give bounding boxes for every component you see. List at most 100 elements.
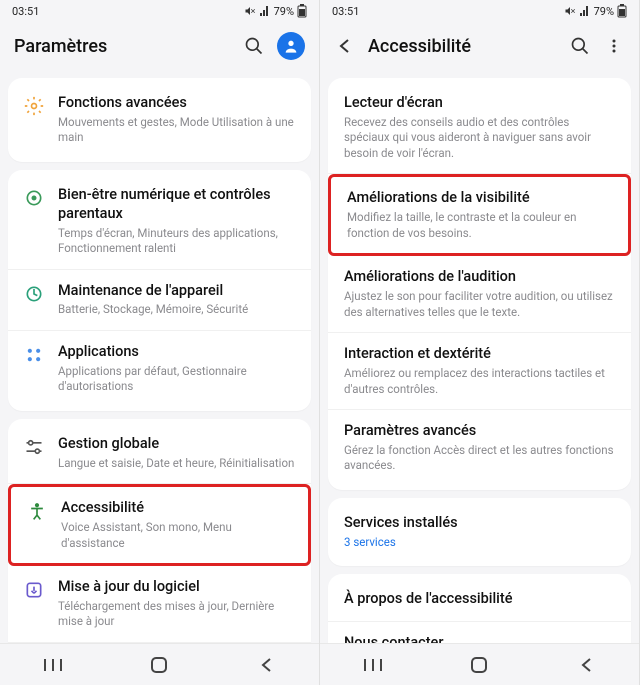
battery-label: 79% [594, 5, 614, 18]
back-icon[interactable] [334, 35, 356, 57]
row-text: Améliorations de l'audition Ajustez le so… [344, 268, 617, 320]
maintenance-icon [22, 282, 46, 306]
nav-bar [320, 643, 639, 685]
status-bar: 03:51 79% [0, 0, 319, 22]
accessibility-icon [25, 499, 49, 523]
row-sub: Mouvements et gestes, Mode Utilisation à… [58, 115, 297, 146]
row-title: Maintenance de l'appareil [58, 282, 297, 301]
row-sub: Téléchargement des mises à jour, Dernièr… [58, 599, 297, 630]
row-text: Interaction et dextérité Améliorez ou rem… [344, 345, 617, 397]
row-title: Interaction et dextérité [344, 345, 617, 364]
home-button[interactable] [134, 653, 184, 677]
settings-screen: 03:51 79% Paramètres Fonctions avancées M… [0, 0, 320, 685]
row-title: Gestion globale [58, 435, 297, 454]
settings-row[interactable]: Interaction et dextérité Améliorez ou rem… [328, 333, 631, 410]
status-time: 03:51 [12, 5, 39, 18]
settings-row[interactable]: Gestion globale Langue et saisie, Date et… [8, 423, 311, 484]
page-title: Paramètres [14, 36, 231, 57]
row-sub: Gérez la fonction Accès direct et les au… [344, 443, 617, 474]
row-text: À propos de l'accessibilité [344, 590, 617, 609]
settings-row[interactable]: Améliorations de l'audition Ajustez le so… [328, 256, 631, 333]
settings-card: À propos de l'accessibilité Nous contacte… [328, 574, 631, 643]
settings-list[interactable]: Fonctions avancées Mouvements et gestes, … [0, 70, 319, 643]
status-time: 03:51 [332, 5, 359, 18]
row-text: Mise à jour du logiciel Téléchargement de… [58, 578, 297, 630]
signal-icon [579, 5, 591, 17]
row-text: Fonctions avancées Mouvements et gestes, … [58, 94, 297, 146]
nav-bar [0, 643, 319, 685]
mute-icon [244, 5, 256, 17]
settings-row[interactable]: Mise à jour du logiciel Téléchargement de… [8, 566, 311, 643]
signal-icon [259, 5, 271, 17]
row-text: Services installés 3 services [344, 514, 617, 550]
recents-button[interactable] [28, 653, 78, 677]
row-title: Lecteur d'écran [344, 94, 617, 113]
row-sub: Temps d'écran, Minuteurs des application… [58, 226, 297, 257]
settings-row[interactable]: Bien-être numérique et contrôles parenta… [8, 174, 311, 270]
row-text: Gestion globale Langue et saisie, Date et… [58, 435, 297, 471]
row-title: Améliorations de l'audition [344, 268, 617, 287]
settings-row[interactable]: Améliorations de la visibilitéModifiez l… [328, 174, 631, 256]
row-sub: Applications par défaut, Gestionnaire d'… [58, 364, 297, 395]
status-right: 79% [244, 4, 307, 18]
settings-row[interactable]: À propos de l'accessibilité [328, 578, 631, 622]
row-sub: Ajustez le son pour faciliter votre audi… [344, 289, 617, 320]
row-title: Fonctions avancées [58, 94, 297, 113]
sliders-icon [22, 435, 46, 459]
row-sub: Modifiez la taille, le contraste et la c… [347, 210, 614, 241]
battery-icon [617, 4, 627, 18]
settings-row[interactable]: AccessibilitéVoice Assistant, Son mono, … [8, 484, 311, 566]
battery-label: 79% [274, 5, 294, 18]
row-title: Applications [58, 343, 297, 362]
status-bar: 03:51 79% [320, 0, 639, 22]
back-button[interactable] [241, 653, 291, 677]
settings-row[interactable]: Lecteur d'écran Recevez des conseils audi… [328, 82, 631, 174]
status-right: 79% [564, 4, 627, 18]
settings-row[interactable]: Nous contacter [328, 622, 631, 643]
search-icon[interactable] [569, 35, 591, 57]
mute-icon [564, 5, 576, 17]
row-sub: 3 services [344, 535, 617, 551]
settings-row[interactable]: Maintenance de l'appareilBatterie, Stock… [8, 270, 311, 331]
row-title: Services installés [344, 514, 617, 533]
row-sub: Langue et saisie, Date et heure, Réiniti… [58, 456, 297, 472]
row-title: Nous contacter [344, 634, 617, 643]
recents-button[interactable] [348, 653, 398, 677]
row-sub: Batterie, Stockage, Mémoire, Sécurité [58, 302, 297, 318]
more-icon[interactable] [603, 35, 625, 57]
row-text: Nous contacter [344, 634, 617, 643]
row-sub: Améliorez ou remplacez des interactions … [344, 366, 617, 397]
row-title: Mise à jour du logiciel [58, 578, 297, 597]
settings-card: Gestion globale Langue et saisie, Date et… [8, 419, 311, 643]
home-button[interactable] [454, 653, 504, 677]
search-icon[interactable] [243, 35, 265, 57]
gear-icon [22, 94, 46, 118]
row-text: AccessibilitéVoice Assistant, Son mono, … [61, 499, 294, 551]
battery-icon [297, 4, 307, 18]
apps-icon [22, 343, 46, 367]
row-title: Bien-être numérique et contrôles parenta… [58, 186, 297, 224]
page-title: Accessibilité [368, 36, 557, 57]
accessibility-list[interactable]: Lecteur d'écran Recevez des conseils audi… [320, 70, 639, 643]
accessibility-screen: 03:51 79% Accessibilité Lecteur d'écran R… [320, 0, 640, 685]
row-title: Paramètres avancés [344, 422, 617, 441]
settings-row[interactable]: Services installés 3 services [328, 502, 631, 562]
header: Accessibilité [320, 22, 639, 70]
settings-card: Lecteur d'écran Recevez des conseils audi… [328, 78, 631, 490]
header: Paramètres [0, 22, 319, 70]
row-text: Bien-être numérique et contrôles parenta… [58, 186, 297, 257]
back-button[interactable] [561, 653, 611, 677]
settings-row[interactable]: Fonctions avancées Mouvements et gestes, … [8, 82, 311, 158]
row-text: Applications Applications par défaut, Ges… [58, 343, 297, 395]
wellbeing-icon [22, 186, 46, 210]
settings-row[interactable]: Applications Applications par défaut, Ges… [8, 331, 311, 407]
settings-card: Bien-être numérique et contrôles parenta… [8, 170, 311, 411]
settings-row[interactable]: Paramètres avancés Gérez la fonction Accè… [328, 410, 631, 486]
row-text: Paramètres avancés Gérez la fonction Accè… [344, 422, 617, 474]
row-title: À propos de l'accessibilité [344, 590, 617, 609]
account-icon[interactable] [277, 32, 305, 60]
settings-card: Services installés 3 services [328, 498, 631, 566]
row-text: Lecteur d'écran Recevez des conseils audi… [344, 94, 617, 161]
row-title: Accessibilité [61, 499, 294, 518]
row-sub: Recevez des conseils audio et des contrô… [344, 115, 617, 162]
